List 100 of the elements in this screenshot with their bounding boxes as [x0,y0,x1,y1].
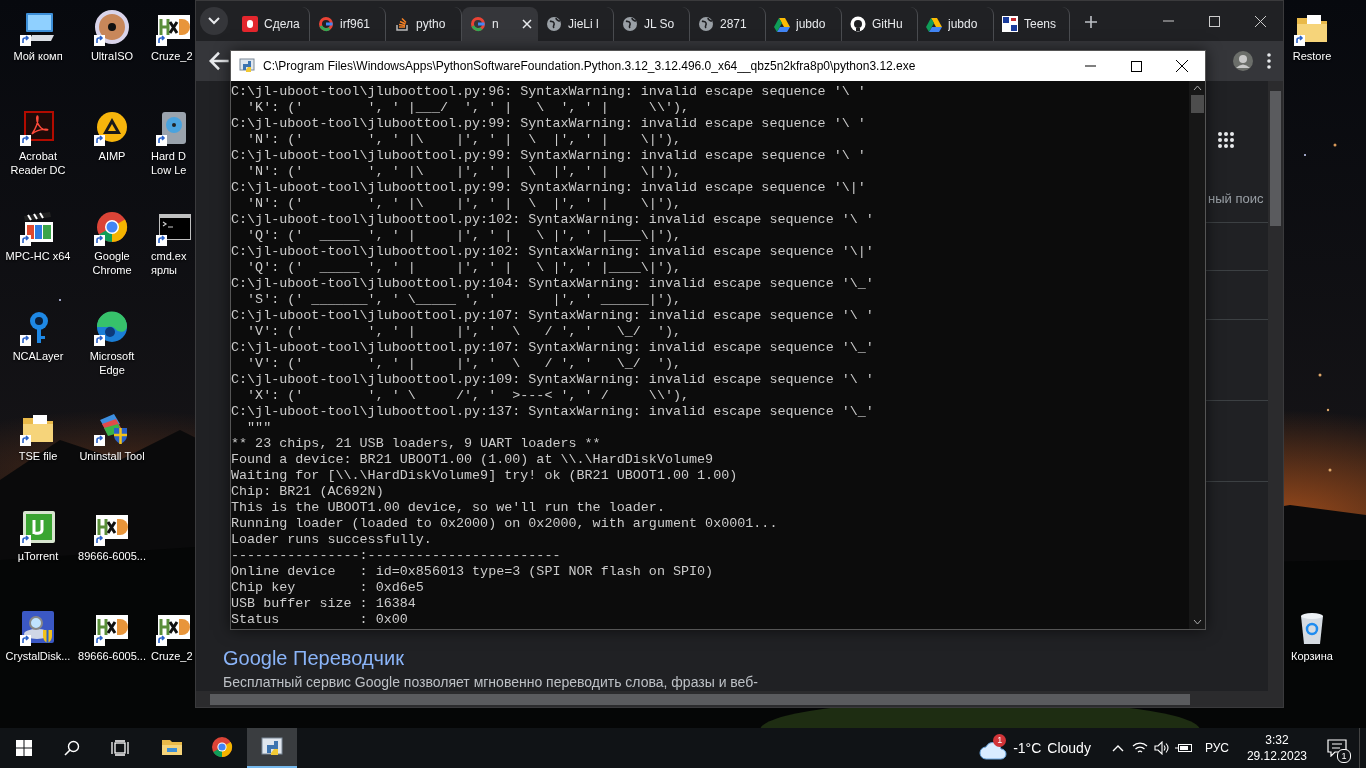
console-line: C:\jl-uboot-tool\jluboottool.py:99: SyntaxWarning: invalid escape sequence '\|' [231,180,866,196]
triangle-logo-icon [774,16,790,32]
console-line: C:\jl-uboot-tool\jluboottool.py:107: SyntaxWarning: invalid escape sequence '\ ' [231,308,874,324]
console-line: Found a device: BR21 UBOOT1.00 (1.00) at \\.\HardDiskVolume9 [231,452,714,468]
back-arrow-icon[interactable] [208,50,230,72]
console-line: Online device : id=0x856013 type=3 (SPI NOR flash on SPI0) [231,564,714,580]
console-line: C:\jl-uboot-tool\jluboottool.py:99: SyntaxWarning: invalid escape sequence '\ ' [231,148,866,164]
battery-icon[interactable] [1174,742,1193,754]
icon-label: Uninstall Tool [79,449,145,463]
scroll-down-icon[interactable] [1192,619,1202,625]
weather-widget[interactable]: 1 -1°C Cloudy [971,728,1099,768]
square-logo-icon [242,16,258,32]
windows-logo-icon [16,740,32,756]
vertical-scrollbar[interactable] [1268,81,1283,691]
result-description: Бесплатный сервис Google позволяет мгновенно переводить слова, фразы и веб- [223,673,759,691]
taskbar-app-button[interactable] [247,728,297,768]
console-line: 'N': (' ', ' |\ |', ' | \ |', ' | \|'), [246,164,681,180]
clock[interactable]: 3:32 29.12.2023 [1238,728,1315,768]
console-line: 'V': (' ', ' | |', ' \ / ', ' \_/ '), [246,324,681,340]
console-line: C:\jl-uboot-tool\jluboottool.py:96: SyntaxWarning: invalid escape sequence '\ ' [231,84,866,100]
console-line: C:\jl-uboot-tool\jluboottool.py:109: SyntaxWarning: invalid escape sequence '\ ' [231,372,874,388]
search-icon [64,740,80,756]
magnifier-icon[interactable] [20,610,56,646]
icon-label: Microsoft Edge [88,349,136,377]
console-line: Chip: BR21 (AC692N) [231,484,384,500]
icon-label: Мой комп [13,49,63,63]
round-logo-icon [850,16,866,32]
console-line: Status : 0x00 [231,612,408,628]
result-link[interactable]: Google Переводчик [223,645,1205,671]
browser-icon[interactable] [94,210,130,246]
computer-icon[interactable] [20,10,56,46]
icon-label: Hard D Low Le [150,149,188,177]
console-line: 'K': (' ', ' |___/ ', ' | \ ', ' | \\'), [246,100,690,116]
browser-icon[interactable] [94,310,130,346]
scroll-up-icon[interactable] [1192,85,1202,91]
python-icon [239,58,255,74]
menu-icon[interactable] [1267,53,1271,69]
console-line: """ [246,420,272,436]
language-indicator[interactable]: РУС [1194,728,1239,768]
browser-tab[interactable]: n [462,7,538,41]
console-line: 'Q': (' _____ ', ' | |', ' | \ |', ' |____\|'), [246,260,681,276]
tab-search-button[interactable] [200,7,228,35]
notification-badge: 1 [993,734,1007,747]
triangle-icon[interactable] [94,110,130,146]
apps-grid-icon[interactable] [1217,131,1235,149]
globe-icon [698,16,714,32]
search-tab[interactable]: ный поис [1205,191,1268,206]
wifi-icon[interactable] [1131,741,1148,755]
icon-label: UltraISO [90,49,134,63]
console-line: 'X': (' ', ' \ /', ' >---< ', ' / \\'), [246,388,690,404]
globe-icon [622,16,638,32]
console-line: This is the UBOOT1.00 device, so we'll run the loader. [231,500,665,516]
disc-icon[interactable] [94,10,130,46]
pdf-icon[interactable] [20,110,56,146]
console-line: Waiting for [\\.\HardDiskVolume9] try! ok (BR21 UBOOT1.00 1.00) [231,468,738,484]
icon-label: 89666-6005... [78,649,146,663]
console-line: USB buffer size : 16384 [231,596,416,612]
browser-icon [210,735,234,759]
icon-label: TSE file [18,449,58,463]
vertical-scrollbar[interactable] [1189,81,1205,629]
console-line: Loader runs successfully. [231,532,432,548]
chevron-up-icon[interactable] [1111,744,1124,752]
console-line: 'S': (' _______', ' \_____ ', ' |', ' ______|'), [246,292,681,308]
console-line: ** 23 chips, 21 USB loaders, 9 UART loaders ** [231,436,601,452]
console-line: ----------------:------------------------ [231,548,561,564]
console-line: C:\jl-uboot-tool\jluboottool.py:102: SyntaxWarning: invalid escape sequence '\ ' [231,212,874,228]
scroll-thumb[interactable] [1190,95,1204,113]
stack-icon [394,16,410,32]
console-line: C:\jl-uboot-tool\jluboottool.py:137: SyntaxWarning: invalid escape sequence '\_' [231,404,874,420]
icon-label: 89666-6005... [78,549,146,563]
ring-logo-icon [318,16,334,32]
icon-label: Google Chrome [91,249,133,277]
window-title: C:\Program Files\WindowsApps\PythonSoftwareFoundation.Python.3.12_3.12.496.0_x64__qbz5n2kfra8p0\python3.12.exe [263,59,917,73]
notification-icon[interactable] [1327,739,1347,757]
notification-count: 1 [1337,749,1351,763]
icon-label: Корзина [1291,649,1333,663]
icon-label: MPC-HC x64 [5,249,71,263]
clapperboard-icon[interactable] [20,210,56,246]
console-line: 'N': (' ', ' |\ |', ' | \ |', ' | \|'), [246,132,681,148]
console-line: 'V': (' ', ' | |', ' \ / ', ' \_/ '), [246,356,681,372]
tile-icon[interactable] [20,510,56,546]
task-view-icon [111,740,129,756]
close-icon[interactable] [1176,60,1188,72]
console-line: Running loader (loaded to 0x2000) on 0x2000, with argument 0x0001... [231,516,778,532]
globe-icon [546,16,562,32]
volume-icon[interactable] [1153,741,1170,755]
maximize-icon[interactable] [1130,60,1142,72]
horizontal-scrollbar[interactable] [196,691,1283,707]
icon-label: NCALayer [12,349,64,363]
triangle-logo-icon [926,16,942,32]
avatar-icon[interactable] [1233,51,1253,71]
icon-label: Cruze_2 [150,649,193,663]
temperature: -1°C [1013,740,1042,756]
minimize-icon[interactable] [1084,65,1096,67]
icon-label: cmd.ex ярлы [150,249,188,277]
icon-label: Restore [1292,49,1332,63]
console-line: C:\jl-uboot-tool\jluboottool.py:107: SyntaxWarning: invalid escape sequence '\_' [231,340,874,356]
icon-label: µTorrent [17,549,59,563]
console-line: 'Q': (' _____ ', ' | |', ' | \ |', ' |____\|'), [246,228,681,244]
icon-label: CrystalDisk... [5,649,71,663]
